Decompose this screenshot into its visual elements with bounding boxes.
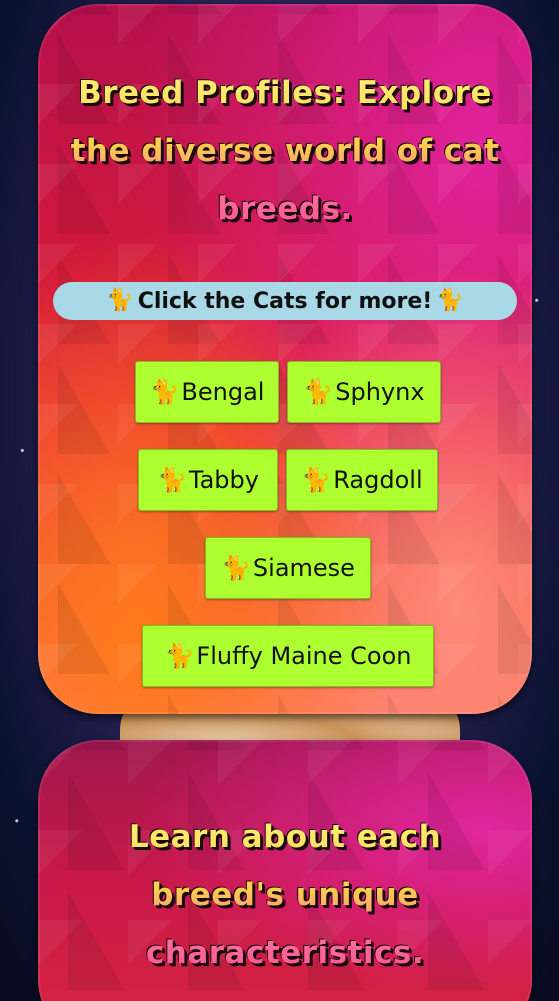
breed-button-label: Sphynx [335,378,425,406]
breed-profiles-title: Breed Profiles: Explore the diverse worl… [58,64,512,238]
cat-icon: 🐈 [221,554,251,582]
click-cats-banner: 🐈 Click the Cats for more! 🐈 [53,282,517,320]
breed-button-tabby[interactable]: 🐈 Tabby [138,449,278,511]
breed-button-label: Ragdoll [333,466,423,494]
breed-button-fluffy-maine-coon[interactable]: 🐈 Fluffy Maine Coon [142,625,434,687]
banner-text: Click the Cats for more! [137,288,433,314]
cat-icon: 🐈 [164,642,195,670]
breed-button-siamese[interactable]: 🐈 Siamese [205,537,371,599]
breed-characteristics-title: Learn about each breed's unique characte… [58,808,512,982]
breed-button-ragdoll[interactable]: 🐈 Ragdoll [286,449,438,511]
breed-profiles-card: Breed Profiles: Explore the diverse worl… [38,4,532,714]
breed-button-label: Siamese [252,554,355,582]
breed-button-label: Bengal [181,378,265,406]
breed-characteristics-card: Learn about each breed's unique characte… [38,740,532,1001]
breed-button-label: Tabby [188,466,259,494]
cat-icon: 🐈 [106,288,134,313]
cat-icon: 🐈 [303,378,334,406]
breed-button-bengal[interactable]: 🐈 Bengal [135,361,279,423]
cat-icon: 🐈 [157,466,187,494]
cat-icon: 🐈 [149,378,180,406]
cat-icon: 🐈 [436,288,464,313]
breed-button-label: Fluffy Maine Coon [196,642,412,670]
breed-button-sphynx[interactable]: 🐈 Sphynx [287,361,441,423]
cat-icon: 🐈 [301,466,332,494]
